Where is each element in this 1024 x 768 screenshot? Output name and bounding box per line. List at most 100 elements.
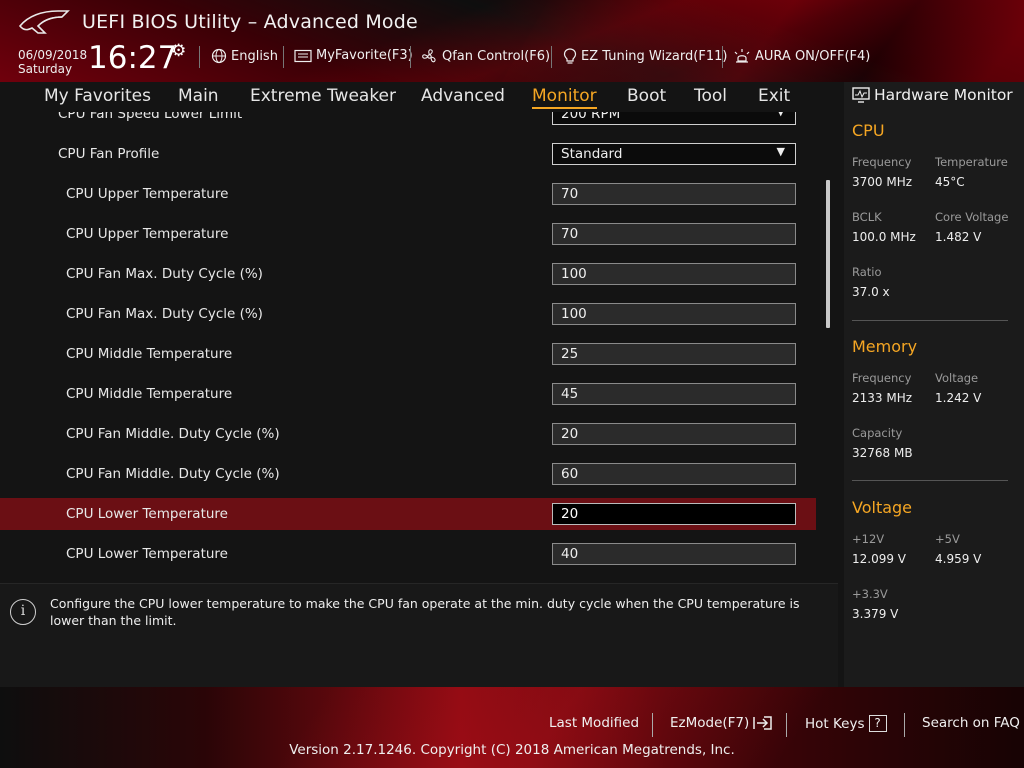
memory-section-heading: Memory bbox=[852, 337, 918, 356]
v5-label: +5V bbox=[935, 532, 960, 546]
date-display: 06/09/2018 Saturday bbox=[18, 48, 87, 76]
v33-label: +3.3V bbox=[852, 587, 888, 601]
ez-tuning-wizard-button[interactable]: EZ Tuning Wizard(F11) bbox=[563, 48, 727, 65]
tab-extreme-tweaker[interactable]: Extreme Tweaker bbox=[250, 86, 396, 106]
tab-advanced[interactable]: Advanced bbox=[421, 86, 505, 106]
setting-label: CPU Fan Max. Duty Cycle (%) bbox=[66, 306, 263, 322]
header-bar: UEFI BIOS Utility – Advanced Mode 06/09/… bbox=[0, 0, 1024, 82]
core-voltage-value: 1.482 V bbox=[935, 230, 982, 244]
setting-row-cpu-lower-temperature[interactable]: CPU Lower Temperature 40 bbox=[0, 538, 816, 570]
setting-row-cpu-fan-max-duty-cycle[interactable]: CPU Fan Max. Duty Cycle (%) 100 bbox=[0, 298, 816, 330]
aura-toggle-label: AURA ON/OFF(F4) bbox=[755, 48, 871, 64]
footer-divider bbox=[786, 713, 787, 737]
version-copyright: Version 2.17.1246. Copyright (C) 2018 Am… bbox=[289, 742, 735, 758]
favorite-keyboard-icon bbox=[294, 49, 312, 62]
hardware-monitor-header: Hardware Monitor bbox=[852, 86, 1013, 104]
setting-label: CPU Lower Temperature bbox=[66, 506, 228, 522]
header-divider bbox=[551, 46, 552, 68]
setting-row-cpu-fan-middle-duty-cycle[interactable]: CPU Fan Middle. Duty Cycle (%) 60 bbox=[0, 458, 816, 490]
myfavorite-button[interactable]: MyFavorite(F3) bbox=[294, 48, 413, 63]
cpu-fan-middle-duty-cycle-input[interactable]: 60 bbox=[552, 463, 796, 485]
tab-monitor[interactable]: Monitor bbox=[532, 86, 597, 109]
cpu-frequency-label: Frequency bbox=[852, 155, 912, 169]
cpu-frequency-value: 3700 MHz bbox=[852, 175, 913, 189]
cpu-fan-max-duty-cycle-input[interactable]: 100 bbox=[552, 263, 796, 285]
cpu-lower-temperature-input[interactable]: 20 bbox=[552, 503, 796, 525]
setting-row-cpu-fan-profile[interactable]: CPU Fan Profile Standard ▼ bbox=[0, 138, 816, 170]
last-modified-button[interactable]: Last Modified bbox=[549, 715, 639, 731]
footer-bar: Last Modified EzMode(F7) Hot Keys ? Sear… bbox=[0, 687, 1024, 768]
core-voltage-label: Core Voltage bbox=[935, 210, 1009, 224]
setting-label: CPU Fan Speed Lower Limit bbox=[58, 112, 243, 122]
ezmode-button[interactable]: EzMode(F7) bbox=[670, 715, 773, 731]
section-divider bbox=[852, 480, 1008, 481]
memory-frequency-label: Frequency bbox=[852, 371, 912, 385]
tab-my-favorites[interactable]: My Favorites bbox=[44, 86, 151, 106]
settings-list: CPU Fan Speed Lower Limit 200 RPM ▼ CPU F… bbox=[0, 112, 838, 578]
cpu-temperature-value: 45°C bbox=[935, 175, 965, 189]
cpu-section-heading: CPU bbox=[852, 121, 885, 140]
section-divider bbox=[852, 320, 1008, 321]
hot-keys-label: Hot Keys bbox=[805, 715, 865, 732]
cpu-middle-temperature-input[interactable]: 25 bbox=[552, 343, 796, 365]
caret-down-icon: ▼ bbox=[776, 145, 785, 158]
ratio-value: 37.0 x bbox=[852, 285, 890, 299]
aura-toggle-button[interactable]: AURA ON/OFF(F4) bbox=[733, 48, 870, 64]
language-label: English bbox=[231, 48, 278, 64]
last-modified-label: Last Modified bbox=[549, 715, 640, 731]
v33-value: 3.379 V bbox=[852, 607, 899, 621]
search-faq-button[interactable]: Search on FAQ bbox=[922, 715, 1020, 731]
setting-row-cpu-middle-temperature[interactable]: CPU Middle Temperature 45 bbox=[0, 378, 816, 410]
search-faq-label: Search on FAQ bbox=[922, 715, 1020, 731]
setting-row-cpu-lower-temperature-selected[interactable]: CPU Lower Temperature 20 bbox=[0, 498, 816, 530]
footer-divider bbox=[652, 713, 653, 737]
voltage-section-heading: Voltage bbox=[852, 498, 913, 517]
setting-label: CPU Fan Middle. Duty Cycle (%) bbox=[66, 466, 280, 482]
clock-settings-gear-icon[interactable]: ⚙ bbox=[171, 41, 186, 61]
clock-time[interactable]: 16:27 bbox=[88, 40, 177, 76]
v12-label: +12V bbox=[852, 532, 885, 546]
setting-label: CPU Fan Middle. Duty Cycle (%) bbox=[66, 426, 280, 442]
memory-voltage-value: 1.242 V bbox=[935, 391, 982, 405]
hot-keys-button[interactable]: Hot Keys ? bbox=[805, 715, 887, 732]
setting-row-cpu-fan-middle-duty-cycle[interactable]: CPU Fan Middle. Duty Cycle (%) 20 bbox=[0, 418, 816, 450]
settings-scrollbar[interactable] bbox=[826, 180, 830, 328]
setting-row-cpu-upper-temperature[interactable]: CPU Upper Temperature 70 bbox=[0, 218, 816, 250]
header-divider bbox=[722, 46, 723, 68]
cpu-upper-temperature-input[interactable]: 70 bbox=[552, 183, 796, 205]
ratio-label: Ratio bbox=[852, 265, 882, 279]
setting-row-cpu-fan-max-duty-cycle[interactable]: CPU Fan Max. Duty Cycle (%) 100 bbox=[0, 258, 816, 290]
cpu-fan-max-duty-cycle-input[interactable]: 100 bbox=[552, 303, 796, 325]
cpu-middle-temperature-input[interactable]: 45 bbox=[552, 383, 796, 405]
cpu-lower-temperature-input[interactable]: 40 bbox=[552, 543, 796, 565]
fan-speed-lower-limit-dropdown[interactable]: 200 RPM ▼ bbox=[552, 112, 796, 125]
dropdown-value: 200 RPM bbox=[561, 112, 621, 122]
tab-boot[interactable]: Boot bbox=[627, 86, 666, 106]
monitor-icon bbox=[852, 87, 870, 103]
tab-main[interactable]: Main bbox=[178, 86, 219, 106]
memory-capacity-value: 32768 MB bbox=[852, 446, 913, 460]
info-icon: i bbox=[10, 599, 36, 625]
v12-value: 12.099 V bbox=[852, 552, 907, 566]
globe-icon bbox=[211, 48, 227, 64]
setting-row-cpu-fan-speed-lower-limit[interactable]: CPU Fan Speed Lower Limit 200 RPM ▼ bbox=[0, 112, 816, 130]
tab-tool[interactable]: Tool bbox=[694, 86, 727, 106]
setting-label: CPU Upper Temperature bbox=[66, 186, 229, 202]
help-panel: i Configure the CPU lower temperature to… bbox=[0, 583, 838, 688]
qfan-control-button[interactable]: Qfan Control(F6) bbox=[421, 48, 550, 65]
cpu-fan-profile-dropdown[interactable]: Standard ▼ bbox=[552, 143, 796, 165]
tab-exit[interactable]: Exit bbox=[758, 86, 790, 106]
header-divider bbox=[199, 46, 200, 68]
main-menu-tabs: My Favorites Main Extreme Tweaker Advanc… bbox=[0, 82, 838, 112]
hardware-monitor-title: Hardware Monitor bbox=[874, 86, 1013, 104]
bclk-value: 100.0 MHz bbox=[852, 230, 916, 244]
ez-tuning-wizard-label: EZ Tuning Wizard(F11) bbox=[581, 49, 728, 64]
cpu-fan-middle-duty-cycle-input[interactable]: 20 bbox=[552, 423, 796, 445]
setting-row-cpu-middle-temperature[interactable]: CPU Middle Temperature 25 bbox=[0, 338, 816, 370]
language-button[interactable]: English bbox=[211, 48, 278, 64]
day-text: Saturday bbox=[18, 62, 73, 76]
app-title: UEFI BIOS Utility – Advanced Mode bbox=[82, 11, 418, 33]
myfavorite-label: MyFavorite(F3) bbox=[316, 48, 413, 63]
setting-row-cpu-upper-temperature[interactable]: CPU Upper Temperature 70 bbox=[0, 178, 816, 210]
cpu-upper-temperature-input[interactable]: 70 bbox=[552, 223, 796, 245]
